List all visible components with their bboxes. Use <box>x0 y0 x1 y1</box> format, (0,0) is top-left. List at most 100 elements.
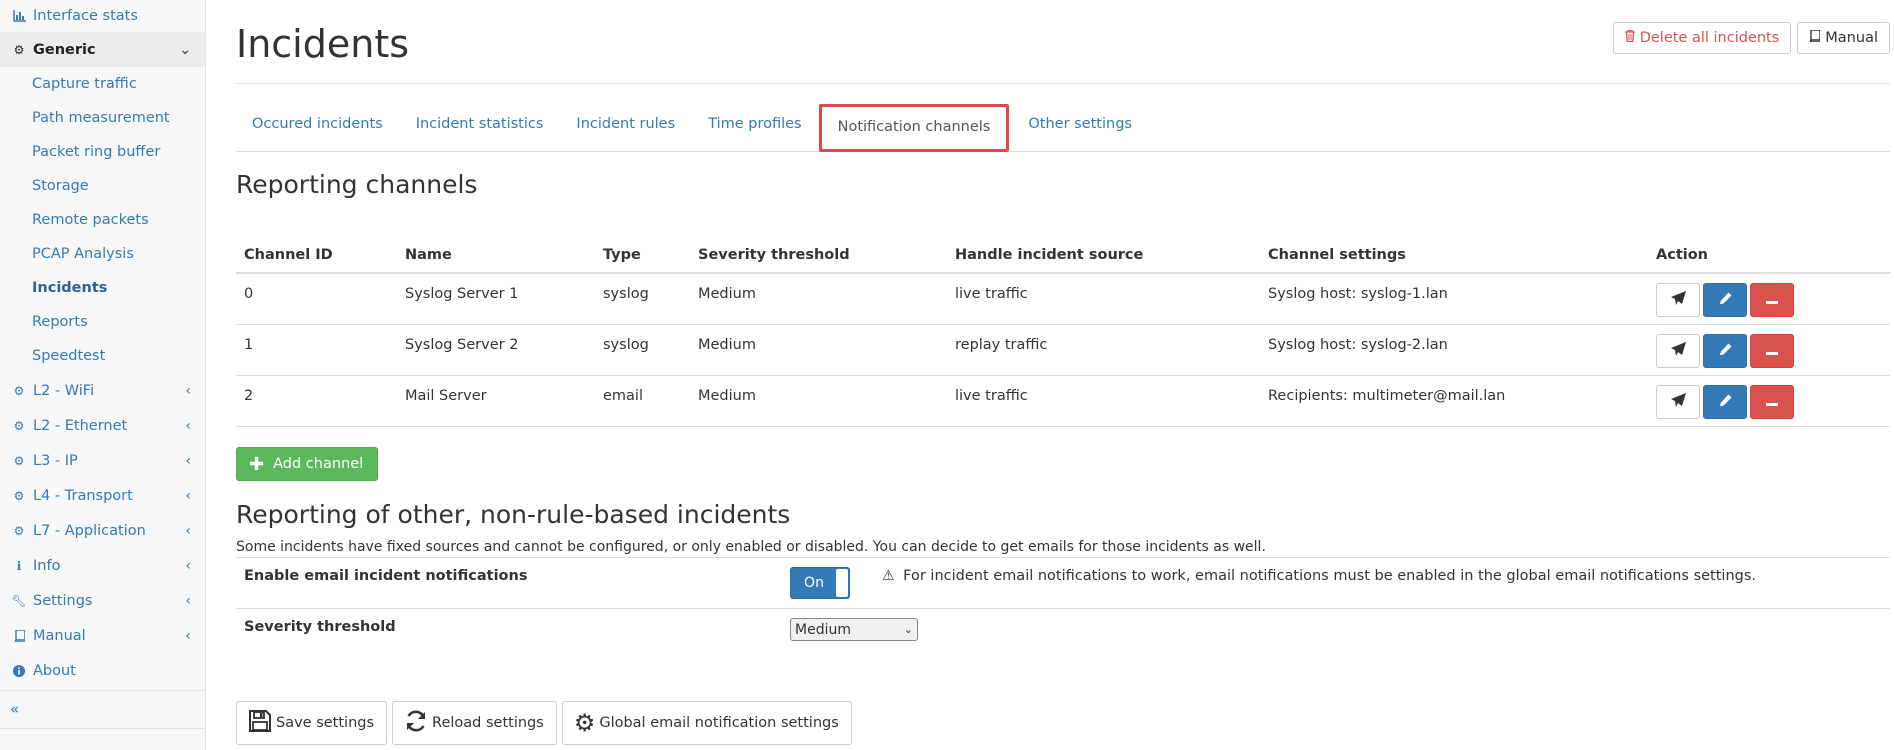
chevron-left-icon: ‹ <box>185 487 191 504</box>
tab-incident-statistics[interactable]: Incident statistics <box>400 104 561 148</box>
cell-name: Mail Server <box>397 375 595 427</box>
tab-notification-channels[interactable]: Notification channels <box>818 104 1010 152</box>
cell-type: syslog <box>595 273 690 325</box>
delete-channel-button[interactable] <box>1750 333 1794 368</box>
tab-incident-rules[interactable]: Incident rules <box>560 104 692 148</box>
warning-icon: ⚠ <box>882 568 895 584</box>
sidebar-group-label: Info <box>33 557 61 574</box>
sidebar-group-info[interactable]: ℹ Info ‹ <box>0 548 205 583</box>
email-notification-toggle[interactable]: On <box>790 567 850 599</box>
manual-label: Manual <box>1825 30 1878 46</box>
send-test-button[interactable] <box>1656 283 1700 317</box>
tab-occured-incidents[interactable]: Occured incidents <box>236 104 400 148</box>
cell-channel-id: 0 <box>236 273 397 325</box>
wrench-icon: 🔧︎ <box>11 593 27 608</box>
sidebar-item-remote-packets[interactable]: Remote packets <box>0 203 205 237</box>
cell-source: live traffic <box>947 375 1260 427</box>
edit-channel-button[interactable] <box>1703 384 1747 419</box>
sidebar-group-l2-wifi[interactable]: ⚙ L2 - WiFi ‹ <box>0 373 205 408</box>
delete-all-label: Delete all incidents <box>1639 30 1780 46</box>
delete-channel-button[interactable] <box>1750 384 1794 419</box>
sidebar-item-packet-ring-buffer[interactable]: Packet ring buffer <box>0 135 205 169</box>
sidebar-item-about[interactable]: About <box>0 653 205 688</box>
column-header: Channel ID <box>236 240 397 274</box>
severity-threshold-select[interactable]: Medium ⌄ <box>790 618 918 641</box>
chevron-left-icon: ‹ <box>185 382 191 399</box>
cell-severity: Medium <box>690 324 947 376</box>
delete-all-incidents-button[interactable]: Delete all incidents <box>1612 22 1792 54</box>
cell-channel-id: 1 <box>236 324 397 376</box>
sidebar-item-storage[interactable]: Storage <box>0 169 205 203</box>
edit-channel-button[interactable] <box>1703 283 1747 317</box>
send-test-button[interactable] <box>1656 384 1700 419</box>
sidebar-item-speedtest[interactable]: Speedtest <box>0 339 205 373</box>
column-header: Action <box>1648 240 1890 274</box>
gear-icon: ⚙ <box>13 488 25 503</box>
gear-icon: ⚙ <box>13 42 25 57</box>
email-warning-note: ⚠ For incident email notifications to wo… <box>882 568 1756 584</box>
sidebar-item-incidents[interactable]: Incidents <box>0 271 205 305</box>
cell-severity: Medium <box>690 375 947 427</box>
sidebar-group-manual[interactable]: Manual ‹ <box>0 618 205 653</box>
chevron-left-icon: ‹ <box>185 417 191 434</box>
sidebar-group-label: L2 - WiFi <box>33 382 95 399</box>
sidebar-group-l4-transport[interactable]: ⚙ L4 - Transport ‹ <box>0 478 205 513</box>
other-incidents-description: Some incidents have fixed sources and ca… <box>236 539 1266 555</box>
sidebar-group-l2-ethernet[interactable]: ⚙ L2 - Ethernet ‹ <box>0 408 205 443</box>
sidebar-group-settings[interactable]: 🔧︎ Settings ‹ <box>0 583 205 618</box>
sidebar-item-capture-traffic[interactable]: Capture traffic <box>0 67 205 101</box>
cell-channel-id: 2 <box>236 375 397 427</box>
manual-button[interactable]: Manual <box>1797 22 1890 54</box>
sidebar-group-label: L2 - Ethernet <box>33 417 128 434</box>
tab-time-profiles[interactable]: Time profiles <box>692 104 818 148</box>
global-email-settings-button[interactable]: ⚙ Global email notification settings <box>561 701 852 745</box>
table-row: 1 Syslog Server 2 syslog Medium replay t… <box>236 324 1890 376</box>
minus-icon <box>1766 342 1778 360</box>
tab-bar: Occured incidents Incident statistics In… <box>236 104 1890 152</box>
paper-plane-icon <box>1670 291 1686 309</box>
severity-threshold-row: Severity threshold Medium ⌄ <box>236 608 1890 659</box>
table-header-row: Channel ID Name Type Severity threshold … <box>236 240 1890 274</box>
chevron-down-icon: ⌄ <box>903 623 913 636</box>
sidebar-group-l3-ip[interactable]: ⚙ L3 - IP ‹ <box>0 443 205 478</box>
gear-icon: ⚙ <box>13 453 25 468</box>
cell-settings: Syslog host: syslog-2.lan <box>1260 324 1648 376</box>
sidebar-item-pcap-analysis[interactable]: PCAP Analysis <box>0 237 205 271</box>
gear-icon: ⚙ <box>13 418 25 433</box>
header-actions: Delete all incidents Manual <box>1612 22 1890 54</box>
add-channel-label: Add channel <box>273 456 364 472</box>
info-icon: ℹ <box>16 558 22 573</box>
send-test-button[interactable] <box>1656 333 1700 368</box>
cell-name: Syslog Server 2 <box>397 324 595 376</box>
reload-settings-button[interactable]: Reload settings <box>392 701 557 745</box>
sidebar-item-interface-stats[interactable]: Interface stats <box>0 0 205 32</box>
edit-channel-button[interactable] <box>1703 333 1747 368</box>
chevron-down-icon: ⌄ <box>179 41 191 58</box>
sidebar-item-path-measurement[interactable]: Path measurement <box>0 101 205 135</box>
email-notification-label: Enable email incident notifications <box>244 568 528 584</box>
cell-type: syslog <box>595 324 690 376</box>
column-header: Name <box>397 240 595 274</box>
sidebar-group-generic[interactable]: ⚙ Generic ⌄ <box>0 32 205 67</box>
tab-other-settings[interactable]: Other settings <box>1012 104 1149 148</box>
sidebar-group-label: L4 - Transport <box>33 487 133 504</box>
reporting-channels-heading: Reporting channels <box>236 170 478 199</box>
delete-channel-button[interactable] <box>1750 283 1794 317</box>
sidebar-group-l7-application[interactable]: ⚙ L7 - Application ‹ <box>0 513 205 548</box>
sidebar-group-label: Settings <box>33 592 93 609</box>
chevron-left-icon: ‹ <box>185 557 191 574</box>
warning-text: For incident email notifications to work… <box>903 568 1757 584</box>
add-channel-button[interactable]: ✚ Add channel <box>236 447 379 481</box>
minus-icon <box>1766 393 1778 411</box>
sidebar-collapse-button[interactable]: « <box>0 691 205 726</box>
sidebar-group-label: Generic <box>33 41 96 58</box>
chevron-left-icon: ‹ <box>185 592 191 609</box>
global-email-settings-label: Global email notification settings <box>599 715 839 731</box>
sidebar-item-reports[interactable]: Reports <box>0 305 205 339</box>
email-notification-row: Enable email incident notifications On ⚠… <box>236 557 1890 608</box>
select-value: Medium <box>795 621 851 638</box>
column-header: Channel settings <box>1260 240 1648 274</box>
severity-threshold-label: Severity threshold <box>244 619 396 635</box>
chevron-left-icon: ‹ <box>185 627 191 644</box>
save-settings-button[interactable]: Save settings <box>236 701 388 745</box>
